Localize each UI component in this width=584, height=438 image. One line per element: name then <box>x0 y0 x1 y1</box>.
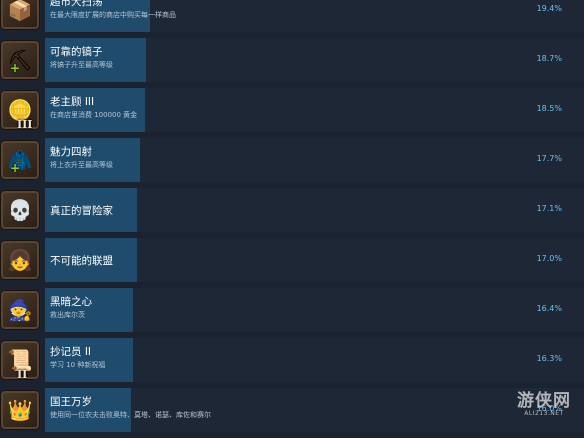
achievement-row[interactable]: 👑 国王万岁 使用同一位农夫击败奥特、莫塔、诺瑟、库佐和赛尔 16.0% <box>0 388 584 438</box>
crate-icon-glyph: 📦 <box>7 0 33 22</box>
achievement-title: 黑暗之心 <box>50 296 92 308</box>
achievement-description: 将上衣升至最高等级 <box>50 161 113 169</box>
scroll-icon-glyph: 📜 <box>7 348 33 372</box>
achievement-row[interactable]: 👧 不可能的联盟 17.0% <box>0 238 584 288</box>
tier-badge: III <box>17 118 33 129</box>
achievement-description: 将镐子升至最高等级 <box>50 61 113 69</box>
girl-portrait-icon: 👧 <box>1 241 39 279</box>
achievement-row[interactable]: 📜 II 抄记员 II 学习 10 种新祝福 16.3% <box>0 338 584 388</box>
achievement-percent: 16.3% <box>536 354 562 363</box>
achievement-progress-track: 老主顾 III 在商店里消费 100000 黄金 18.5% <box>45 88 584 132</box>
achievement-row[interactable]: ⛏ + 可靠的镐子将镐子升至最高等级 18.7% <box>0 38 584 88</box>
gold-coins-icon-glyph: 🪙 <box>7 98 33 122</box>
achievement-percent: 17.1% <box>536 204 562 213</box>
achievement-row[interactable]: 🧥 + 魅力四射将上衣升至最高等级 17.7% <box>0 138 584 188</box>
achievement-description: 在最大限度扩展的商店中购买每一样商品 <box>50 11 176 19</box>
achievement-description: 使用同一位农夫击败奥特、莫塔、诺瑟、库佐和赛尔 <box>50 411 211 419</box>
achievement-progress-track: 真正的冒险家 17.1% <box>45 188 584 232</box>
watermark-subtext: ALI213.NET <box>524 410 564 417</box>
jacket-icon: 🧥 + <box>1 141 39 179</box>
achievement-progress-track: 抄记员 II 学习 10 种新祝福 16.3% <box>45 338 584 382</box>
dark-heart-icon-glyph: 🧙 <box>7 298 33 322</box>
achievement-title: 超市大扫荡 <box>50 0 103 8</box>
achievement-progress-track: 不可能的联盟 17.0% <box>45 238 584 282</box>
achievement-progress-track: 魅力四射将上衣升至最高等级 17.7% <box>45 138 584 182</box>
achievement-description: 学习 10 种新祝福 <box>50 361 106 369</box>
achievement-percent: 19.4% <box>536 4 562 13</box>
achievement-description: 在商店里消费 100000 黄金 <box>50 111 138 119</box>
achievement-title: 老主顾 III <box>50 96 95 108</box>
achievement-percent: 17.7% <box>536 154 562 163</box>
crown-icon: 👑 <box>1 391 39 429</box>
achievement-row[interactable]: 🧙 黑暗之心救出库尔茨 16.4% <box>0 288 584 338</box>
girl-portrait-icon-glyph: 👧 <box>7 248 33 272</box>
upgrade-plus-icon: + <box>10 161 21 175</box>
achievement-list: 📦 超市大扫荡 在最大限度扩展的商店中购买每一样商品 19.4% ⛏ + 可靠的镐子 将镐子升… <box>0 0 584 438</box>
achievement-percent: 17.0% <box>536 254 562 263</box>
watermark: 游侠网 ALI213.NET <box>505 386 583 426</box>
skull-icon: 💀 <box>1 191 39 229</box>
crate-icon: 📦 <box>1 0 39 29</box>
achievement-row[interactable]: 📦 超市大扫荡在最大限度扩展的商店中购买每一样商品 19.4% <box>0 0 584 38</box>
achievement-percent: 16.4% <box>536 304 562 313</box>
dark-heart-icon: 🧙 <box>1 291 39 329</box>
achievement-progress-track: 可靠的镐子将镐子升至最高等级 18.7% <box>45 38 584 82</box>
achievement-row[interactable]: 💀 真正的冒险家 17.1% <box>0 188 584 238</box>
achievement-title: 魅力四射 <box>50 146 92 158</box>
achievement-row[interactable]: 🪙 III 老主顾 III 在商店里消费 100000 黄金 18.5% <box>0 88 584 138</box>
crown-icon-glyph: 👑 <box>7 398 33 422</box>
gold-coins-icon: 🪙 III <box>1 91 39 129</box>
scroll-icon: 📜 II <box>1 341 39 379</box>
achievement-title: 真正的冒险家 <box>50 205 113 217</box>
achievement-title: 可靠的镐子 <box>50 46 103 58</box>
achievement-progress-track: 黑暗之心救出库尔茨 16.4% <box>45 288 584 332</box>
tier-badge: II <box>17 368 28 379</box>
achievement-progress-track: 超市大扫荡在最大限度扩展的商店中购买每一样商品 19.4% <box>45 0 584 32</box>
achievement-title: 抄记员 II <box>50 346 92 358</box>
skull-icon-glyph: 💀 <box>7 198 33 222</box>
achievement-description: 救出库尔茨 <box>50 311 85 319</box>
achievement-percent: 18.5% <box>536 104 562 113</box>
achievement-percent: 18.7% <box>536 54 562 63</box>
watermark-text: 游侠网 <box>517 391 571 411</box>
achievement-title: 不可能的联盟 <box>50 255 113 267</box>
pickaxe-icon: ⛏ + <box>1 41 39 79</box>
achievement-progress-track: 国王万岁 使用同一位农夫击败奥特、莫塔、诺瑟、库佐和赛尔 16.0% <box>45 388 584 432</box>
upgrade-plus-icon: + <box>10 61 21 75</box>
achievement-title: 国王万岁 <box>50 396 92 408</box>
